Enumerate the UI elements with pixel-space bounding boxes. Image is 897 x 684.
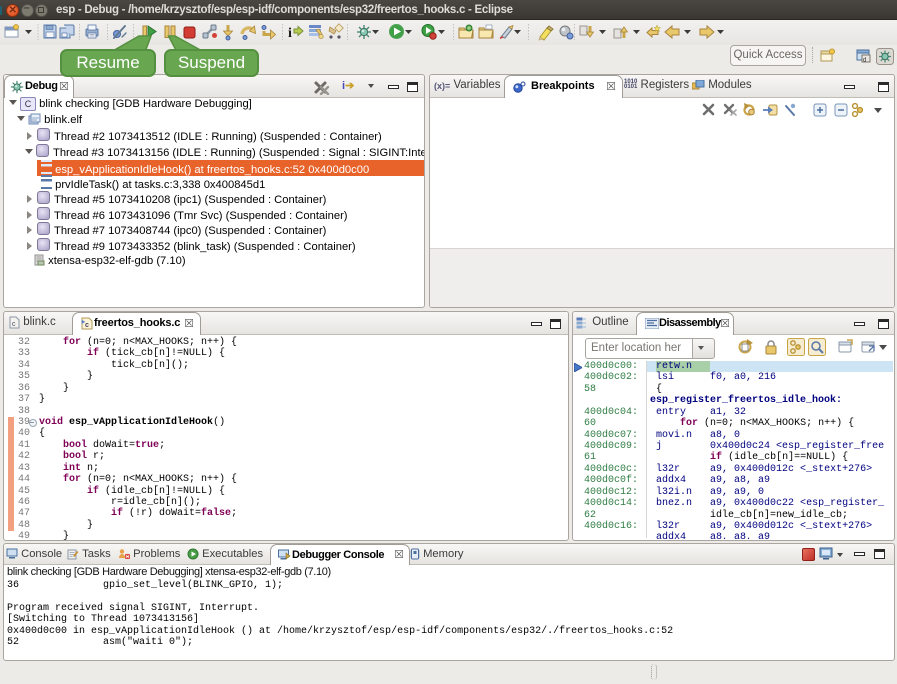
svg-text:c: c	[85, 322, 89, 329]
svg-text:d: d	[863, 58, 866, 64]
svg-text:c: c	[12, 321, 16, 328]
